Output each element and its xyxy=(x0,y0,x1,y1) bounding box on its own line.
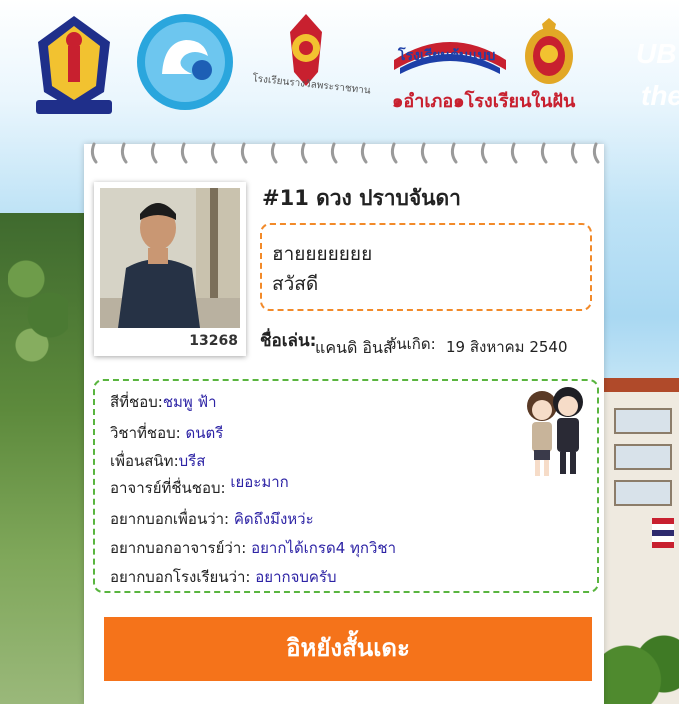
row-value: อยากได้เกรด4 ทุกวิชา xyxy=(251,539,396,557)
row-value: คิดถึงมึงหว่ะ xyxy=(233,510,314,528)
birthday-value: 19 สิงหาคม 2540 xyxy=(446,338,568,356)
thai-flag-icon xyxy=(652,518,674,548)
banner-text-line2: the xyxy=(641,80,679,111)
student-photo xyxy=(100,188,240,328)
row-label: เพื่อนสนิท: xyxy=(110,452,179,470)
row-value: ดนตรี xyxy=(185,424,224,442)
notebook-spiral xyxy=(90,142,600,164)
row-label: สีที่ชอบ: xyxy=(110,393,163,411)
row-label: อยากบอกโรงเรียนว่า: xyxy=(110,568,251,586)
background-trees-left xyxy=(0,213,84,704)
favorite-subject-row: วิชาที่ชอบ: ดนตรี xyxy=(110,421,223,445)
message-line: ฮายยยยยยย xyxy=(272,243,373,265)
dream-school-logo xyxy=(525,18,573,84)
building-window xyxy=(614,480,672,506)
row-value: บรีส xyxy=(178,452,206,470)
best-friend-row: เพื่อนสนิท:บรีส xyxy=(110,449,205,473)
row-value: ชมพู ฟ้า xyxy=(162,393,217,411)
school-emblem-logo xyxy=(36,16,112,114)
favorite-teacher-row: อาจารย์ที่ชื่นชอบ: เยอะมาก xyxy=(110,473,289,500)
row-label: วิชาที่ชอบ: xyxy=(110,424,181,442)
nickname-label: ชื่อเล่น: xyxy=(260,331,317,351)
submit-button[interactable]: อิหยังสั้นเดะ xyxy=(104,617,592,681)
building-roof xyxy=(604,378,679,392)
building-window xyxy=(614,408,672,434)
birthday-label: วันเกิด: xyxy=(388,335,436,353)
row-label: อยากบอกเพื่อนว่า: xyxy=(110,510,230,528)
model-school-subtitle: ๑อำเภอ๑โรงเรียนในฝัน xyxy=(392,91,576,112)
message-to-teachers-row: อยากบอกอาจารย์ว่า: อยากได้เกรด4 ทุกวิชา xyxy=(110,536,396,560)
building-tree xyxy=(604,624,679,704)
student-message-box: ฮายยยยยยย สวัสดี xyxy=(260,223,592,311)
royal-award-logo xyxy=(290,14,322,86)
chibi-couple-icon xyxy=(527,387,583,476)
anniversary-logo xyxy=(137,14,233,110)
row-label: อาจารย์ที่ชื่นชอบ: xyxy=(110,479,226,497)
row-value: อยากจบครับ xyxy=(255,568,337,586)
student-id: 13268 xyxy=(189,333,238,349)
message-line: สวัสดี xyxy=(272,273,319,295)
model-school-title: โรงเรียนต้นแบบ xyxy=(398,48,496,64)
banner-text-line1: UB xyxy=(636,38,677,69)
nickname-value: แคนดิ อินสั xyxy=(315,338,393,357)
message-to-school-row: อยากบอกโรงเรียนว่า: อยากจบครับ xyxy=(110,565,337,589)
message-to-friends-row: อยากบอกเพื่อนว่า: คิดถึงมึงหว่ะ xyxy=(110,507,314,531)
student-title: #11 ดวง ปราบจันดา xyxy=(262,186,461,210)
row-label: อยากบอกอาจารย์ว่า: xyxy=(110,539,247,557)
row-value: เยอะมาก xyxy=(230,473,289,491)
favorite-color-row: สีที่ชอบ:ชมพู ฟ้า xyxy=(110,390,217,414)
building-window xyxy=(614,444,672,470)
